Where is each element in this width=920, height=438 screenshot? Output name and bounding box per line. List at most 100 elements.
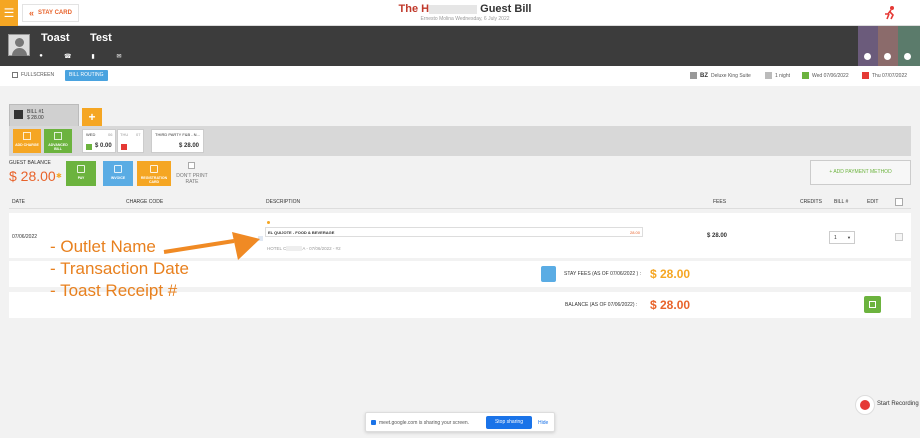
screen-share-bar: meet.google.com is sharing your screen. …	[365, 412, 555, 432]
screen-share-icon	[371, 420, 376, 425]
advanced-bill-icon	[54, 132, 62, 140]
avatar	[8, 34, 30, 56]
runner-icon[interactable]	[882, 5, 898, 21]
top-bar: ☰ « STAY CARD The H Guest Bill Ernesto M…	[0, 0, 920, 26]
header-date: DATE	[12, 199, 25, 205]
departure-icon	[862, 72, 869, 79]
third-party-box[interactable]: THIRD PARTY F&B - N... $ 28.00	[151, 129, 204, 153]
balance-pay-button[interactable]	[864, 296, 881, 313]
guest-balance-label: GUEST BALANCE	[9, 160, 51, 166]
day-box-thu[interactable]: THU 07	[117, 129, 144, 153]
invoice-label: INVOICE	[110, 176, 126, 180]
caret-down-icon: ▼	[847, 235, 851, 240]
annotation-receipt-number: - Toast Receipt #	[50, 281, 178, 300]
stay-card-button[interactable]: « STAY CARD	[22, 4, 79, 22]
description-amount: 28.00	[629, 230, 640, 235]
day-box-wed[interactable]: WED 06 $ 0.00	[82, 129, 116, 153]
room-type-label: Deluxe King Suite	[711, 72, 751, 79]
day-amount: $ 0.00	[95, 143, 112, 149]
phone-icon[interactable]: ☎	[64, 53, 71, 60]
double-chevron-left-icon: «	[29, 7, 35, 18]
fullscreen-icon	[12, 72, 18, 78]
registration-card-button[interactable]: REGISTRATION CARD	[137, 161, 171, 186]
bill-number-select[interactable]: 1 ▼	[829, 231, 855, 244]
dont-print-checkbox[interactable]	[188, 162, 195, 169]
add-payment-method-button[interactable]: + ADD PAYMENT METHOD	[810, 160, 911, 185]
description-box[interactable]: EL QUIJOTE - FOOD & BEVERAGE 28.00	[265, 227, 643, 237]
room-type: BZ Deluxe King Suite	[690, 72, 751, 79]
email-icon[interactable]: ✉	[116, 53, 122, 60]
third-party-label: THIRD PARTY F&B - N...	[155, 132, 200, 137]
start-recording-button[interactable]: Start Recording	[855, 395, 920, 415]
header-description: DESCRIPTION	[266, 199, 301, 205]
side-panel-tab-1[interactable]	[858, 26, 878, 66]
star-icon: ✱	[56, 173, 62, 180]
hide-button[interactable]: Hide	[538, 420, 548, 426]
guest-last-name: Test	[90, 32, 112, 44]
row-fee: $ 28.00	[707, 233, 728, 239]
location-icon[interactable]: ●	[38, 53, 44, 60]
outlet-name: EL QUIJOTE - FOOD & BEVERAGE	[268, 230, 335, 235]
stay-fees-label: STAY FEES (AS OF 07/06/2022 ) :	[564, 271, 641, 277]
menu-icon[interactable]: ☰	[0, 0, 18, 26]
select-all-checkbox[interactable]	[895, 198, 903, 206]
bill-routing-button[interactable]: BILL ROUTING	[65, 70, 108, 81]
page-subtitle: Ernesto Molina Wednesday, 6 July 2022	[420, 16, 510, 22]
pay-label: PAY	[77, 176, 85, 180]
row-date: 07/06/2022	[12, 234, 38, 240]
annotation-outlet-name: - Outlet Name	[50, 237, 156, 256]
bill-number-value: 1	[834, 235, 837, 241]
day-label: WED	[86, 132, 96, 137]
advanced-bill-button[interactable]: ADVANCED BILL	[44, 129, 72, 153]
balance-label: BALANCE (AS OF 07/06/2022) :	[565, 302, 638, 308]
departure-label: Thu 07/07/2022	[872, 72, 908, 79]
header-edit: EDIT	[867, 199, 879, 205]
row-edit-checkbox[interactable]	[895, 233, 903, 241]
guest-header: Toast Test ● ☎ ▮ ✉	[0, 26, 920, 66]
stay-fees-value: $ 28.00	[650, 267, 691, 281]
guest-balance-amount: $ 28.00	[9, 168, 56, 184]
stop-sharing-button[interactable]: Stop sharing	[486, 416, 532, 429]
registration-icon	[150, 165, 158, 173]
start-recording-label: Start Recording	[877, 401, 919, 407]
check-in-icon	[86, 144, 92, 150]
bill-panel	[9, 126, 911, 156]
departure-date: Thu 07/07/2022	[862, 72, 907, 79]
pay-icon	[869, 301, 876, 308]
guest-first-name: Toast	[41, 32, 70, 44]
nights: 1 night	[765, 72, 790, 79]
add-bill-button[interactable]: +	[82, 108, 102, 126]
header-fees: FEES	[713, 199, 727, 205]
dont-print-label: DON'T PRINT RATE	[176, 173, 208, 185]
transactions-header: DATE CHARGE CODE DESCRIPTION FEES CREDIT…	[9, 195, 911, 209]
indicator-dot	[267, 221, 270, 224]
side-panel-tab-3[interactable]	[898, 26, 920, 66]
document-icon[interactable]	[541, 266, 556, 282]
arrival-icon	[802, 72, 809, 79]
header-bill: BILL #	[834, 199, 849, 205]
fullscreen-label: FULLSCREEN	[21, 72, 55, 78]
check-out-icon	[121, 144, 127, 150]
arrow-annotation	[163, 232, 260, 260]
third-party-amount: $ 28.00	[179, 143, 200, 149]
receipt-hotel: HOTEL C	[267, 246, 287, 251]
add-charge-label: ADD CHARGE	[15, 143, 39, 147]
invoice-button[interactable]: INVOICE	[103, 161, 133, 186]
dont-print-rate[interactable]: DON'T PRINT RATE	[174, 162, 210, 185]
mobile-icon[interactable]: ▮	[90, 53, 96, 60]
page-title: The H Guest Bill Ernesto Molina Wednesda…	[380, 3, 550, 22]
receipt-reference: HOTEL C A - 07/06/2022 - #2	[267, 246, 341, 252]
balance-value: $ 28.00	[650, 298, 691, 312]
bed-icon	[690, 72, 697, 79]
add-charge-button[interactable]: ADD CHARGE	[13, 129, 41, 153]
pay-icon	[77, 165, 85, 173]
registration-label: REGISTRATION CARD	[140, 176, 168, 184]
share-text: meet.google.com is sharing your screen.	[379, 420, 470, 426]
fullscreen-button[interactable]: FULLSCREEN	[12, 72, 54, 78]
side-panel-tab-2[interactable]	[878, 26, 898, 66]
arrival-date: Wed 07/06/2022	[802, 72, 849, 79]
pay-button[interactable]: PAY	[66, 161, 96, 186]
bill-toolbar: FULLSCREEN BILL ROUTING BZ Deluxe King S…	[0, 66, 920, 86]
guest-bill-title: Guest Bill	[480, 3, 532, 15]
bill-tab-1[interactable]: BILL #1 $ 28.00	[9, 104, 79, 128]
